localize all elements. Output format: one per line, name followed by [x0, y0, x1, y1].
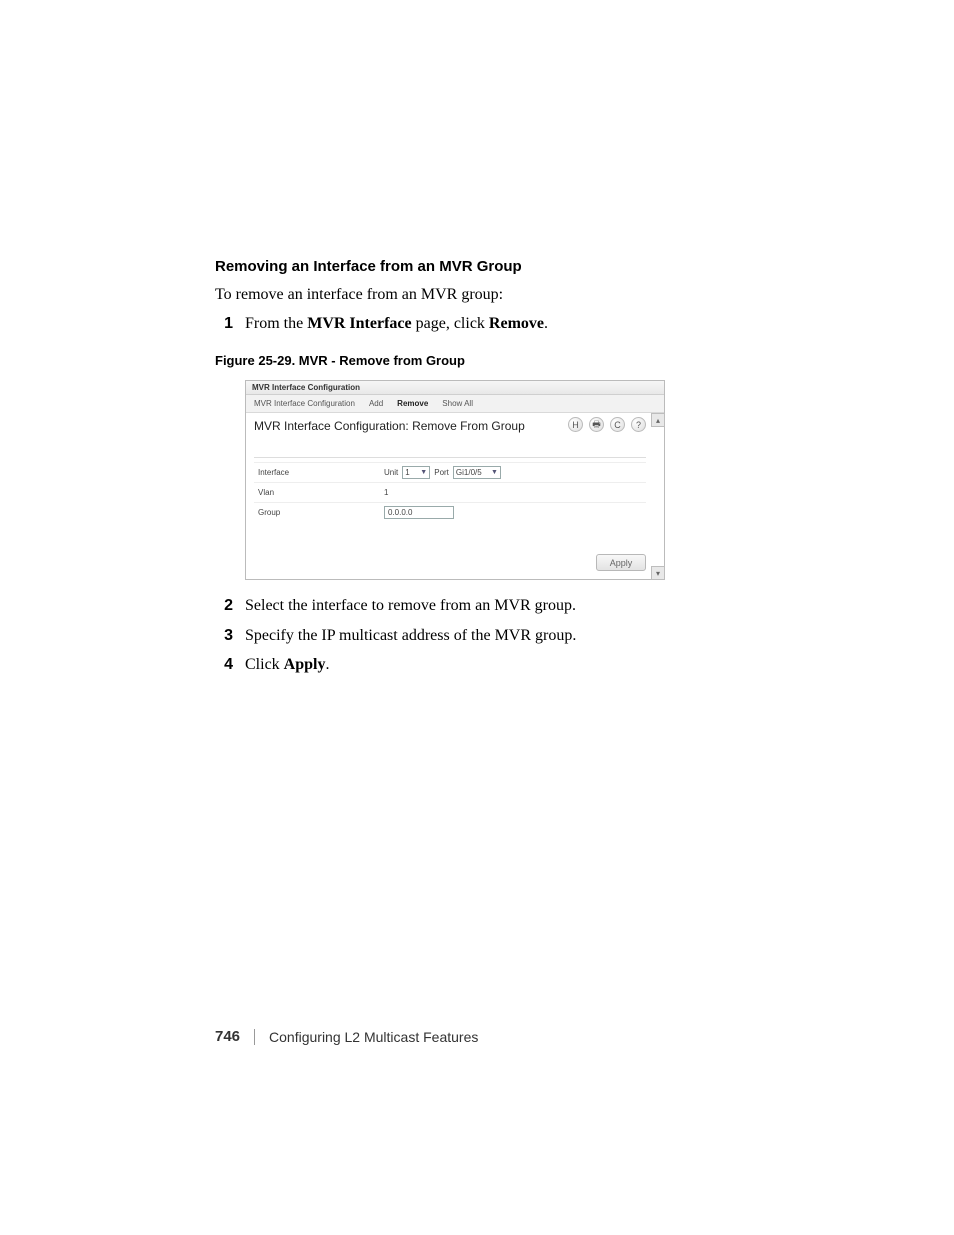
- tab-show-all[interactable]: Show All: [442, 399, 473, 408]
- select-port[interactable]: Gi1/0/5 ▼: [453, 466, 501, 479]
- page-footer: 746 Configuring L2 Multicast Features: [215, 1028, 775, 1045]
- select-port-value: Gi1/0/5: [456, 468, 482, 477]
- tab-row: MVR Interface Configuration Add Remove S…: [246, 395, 664, 413]
- save-icon[interactable]: H: [568, 417, 583, 432]
- step-text: Select the interface to remove from an M…: [245, 594, 775, 617]
- chapter-title: Configuring L2 Multicast Features: [269, 1029, 478, 1045]
- page: Removing an Interface from an MVR Group …: [0, 0, 954, 1235]
- step-number: 1: [215, 312, 245, 335]
- panel-main: MVR Interface Configuration: Remove From…: [254, 419, 646, 571]
- caret-down-icon: ▼: [491, 469, 498, 476]
- apply-button-label: Apply: [610, 558, 633, 568]
- print-icon[interactable]: 🖶: [589, 417, 604, 432]
- apply-button[interactable]: Apply: [596, 554, 646, 571]
- chevron-up-icon: ▴: [656, 416, 660, 425]
- step1-bold2: Remove: [489, 315, 544, 332]
- label-port: Port: [434, 468, 449, 477]
- input-group-value: 0.0.0.0: [388, 508, 412, 517]
- window-titlebar: MVR Interface Configuration: [246, 381, 664, 395]
- step4-pre: Click: [245, 656, 284, 673]
- chevron-down-icon: ▾: [656, 569, 660, 578]
- step-text: Specify the IP multicast address of the …: [245, 624, 775, 647]
- label-vlan: Vlan: [254, 488, 384, 497]
- step1-mid: page, click: [412, 315, 489, 332]
- figure-caption: Figure 25-29. MVR - Remove from Group: [215, 353, 775, 368]
- select-unit[interactable]: 1▼: [402, 466, 430, 479]
- screenshot-wrapper: MVR Interface Configuration MVR Interfac…: [245, 380, 665, 580]
- step-text: From the MVR Interface page, click Remov…: [245, 312, 775, 335]
- step-2: 2 Select the interface to remove from an…: [215, 594, 775, 617]
- footer-divider: [254, 1029, 255, 1045]
- scroll-down-button[interactable]: ▾: [651, 566, 665, 580]
- step-1: 1 From the MVR Interface page, click Rem…: [215, 312, 775, 335]
- tab-add[interactable]: Add: [369, 399, 383, 408]
- value-group: 0.0.0.0: [384, 506, 454, 519]
- refresh-icon[interactable]: C: [610, 417, 625, 432]
- content-region: Removing an Interface from an MVR Group …: [215, 258, 775, 682]
- separator: [254, 457, 646, 458]
- page-number: 746: [215, 1028, 240, 1045]
- value-interface: Unit 1▼ Port Gi1/0/5▼: [384, 466, 501, 479]
- label-interface: Interface: [254, 468, 384, 477]
- row-group: Group 0.0.0.0: [254, 502, 646, 522]
- label-group: Group: [254, 508, 384, 517]
- step-4: 4 Click Apply.: [215, 653, 775, 676]
- step-number: 2: [215, 594, 245, 617]
- caret-down-icon: ▼: [420, 469, 427, 476]
- row-vlan: Vlan 1: [254, 482, 646, 502]
- screenshot: MVR Interface Configuration MVR Interfac…: [245, 380, 665, 580]
- step-number: 4: [215, 653, 245, 676]
- intro-text: To remove an interface from an MVR group…: [215, 283, 775, 306]
- tab-remove[interactable]: Remove: [397, 399, 428, 408]
- ordered-list: 1 From the MVR Interface page, click Rem…: [215, 312, 775, 335]
- help-icon[interactable]: ?: [631, 417, 646, 432]
- scroll-up-button[interactable]: ▴: [651, 413, 665, 427]
- step-3: 3 Specify the IP multicast address of th…: [215, 624, 775, 647]
- select-unit-value: 1: [405, 468, 409, 477]
- step1-pre: From the: [245, 315, 307, 332]
- step1-post: .: [544, 315, 548, 332]
- step-number: 3: [215, 624, 245, 647]
- ordered-list-continued: 2 Select the interface to remove from an…: [215, 594, 775, 676]
- label-unit: Unit: [384, 468, 398, 477]
- row-interface: Interface Unit 1▼ Port Gi1/0/5▼: [254, 462, 646, 482]
- step1-bold1: MVR Interface: [307, 315, 411, 332]
- step-text: Click Apply.: [245, 653, 775, 676]
- step4-post: .: [325, 656, 329, 673]
- toolbar-icons: H 🖶 C ?: [568, 417, 646, 432]
- step4-bold: Apply: [284, 656, 326, 673]
- value-vlan: 1: [384, 488, 388, 497]
- section-heading: Removing an Interface from an MVR Group: [215, 258, 775, 275]
- input-group[interactable]: 0.0.0.0: [384, 506, 454, 519]
- tab-mvr-interface-config[interactable]: MVR Interface Configuration: [254, 399, 355, 408]
